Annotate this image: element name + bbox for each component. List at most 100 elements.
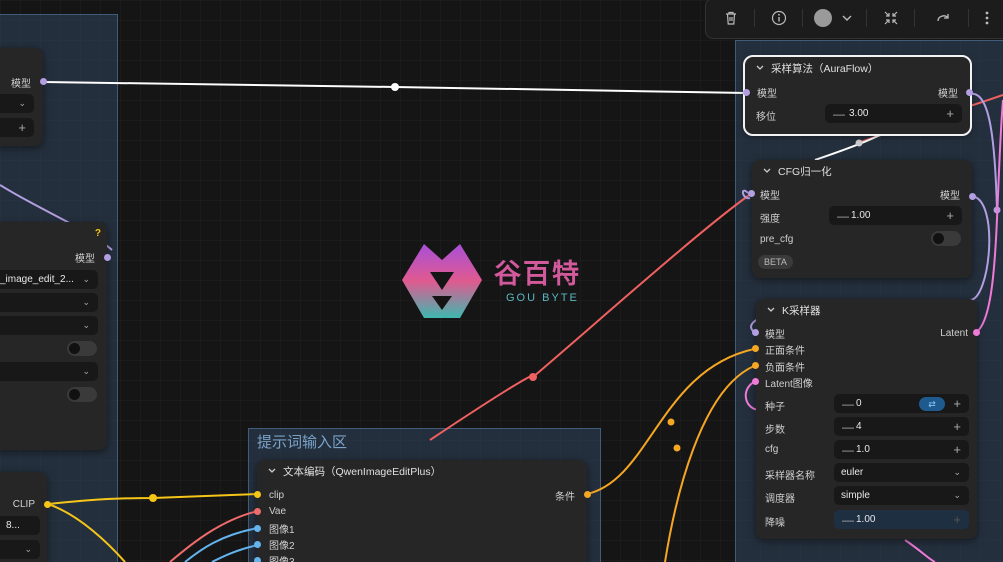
cfg-norm-out-dot[interactable] bbox=[969, 193, 976, 200]
redo-icon[interactable] bbox=[932, 7, 954, 29]
watermark-cn: 谷百特 bbox=[494, 259, 581, 289]
ksampler-in-latent-dot[interactable] bbox=[752, 378, 759, 385]
left-node-1-out-label: 模型 bbox=[11, 78, 31, 90]
ksampler-out-latent-dot[interactable] bbox=[973, 329, 980, 336]
ksampler-scheduler-select[interactable]: simple ⌄ bbox=[834, 486, 969, 505]
toolbar-divider bbox=[866, 9, 867, 27]
text-encode-image2-dot[interactable] bbox=[254, 541, 261, 548]
watermark-logo: 谷百特 GOU BYTE bbox=[402, 240, 602, 325]
chevron-down-icon[interactable] bbox=[836, 7, 858, 29]
ksampler-out-latent: Latent bbox=[940, 327, 968, 339]
text-encode-node[interactable]: 文本编码（QwenImageEditPlus） clip 条件 Vae 图像1 图… bbox=[257, 460, 587, 562]
left-node-2-toggle-2[interactable] bbox=[67, 387, 97, 402]
plus-icon[interactable]: + bbox=[953, 512, 961, 527]
cfg-norm-precfg-toggle[interactable] bbox=[931, 231, 961, 246]
ksampler-in-model: 模型 bbox=[765, 329, 785, 341]
auraflow-out-dot[interactable] bbox=[966, 89, 973, 96]
cfg-norm-in-dot[interactable] bbox=[748, 190, 755, 197]
chevron-down-icon[interactable] bbox=[267, 466, 277, 476]
chevron-down-icon[interactable] bbox=[762, 166, 772, 176]
wire-cond-dot2 bbox=[673, 444, 681, 452]
text-encode-vae-dot[interactable] bbox=[254, 508, 261, 515]
wire-white-top bbox=[814, 134, 881, 161]
chevron-down-icon: ⌄ bbox=[18, 98, 26, 108]
help-icon[interactable]: ? bbox=[95, 228, 101, 239]
wire-clip-down bbox=[47, 503, 126, 562]
color-circle-icon[interactable] bbox=[812, 7, 834, 29]
cfg-norm-node[interactable]: CFG归一化 模型 模型 强度 —1.00 + pre_cfg BETA bbox=[752, 160, 972, 278]
trash-icon[interactable] bbox=[720, 7, 742, 29]
left-node-1[interactable]: 模型 ⌄ + bbox=[0, 48, 43, 146]
input-image2: 图像2 bbox=[269, 540, 295, 552]
ksampler-seed-input[interactable]: —0 ⇄ + bbox=[834, 394, 969, 413]
plus-icon[interactable]: + bbox=[18, 120, 26, 135]
chevron-down-icon: ⌄ bbox=[82, 320, 90, 330]
left-node-2-output-dot[interactable] bbox=[104, 254, 111, 261]
auraflow-node[interactable]: 采样算法（AuraFlow） 模型 模型 移位 — 3.00 + bbox=[743, 55, 972, 136]
text-encode-clip-dot[interactable] bbox=[254, 491, 261, 498]
more-icon[interactable] bbox=[976, 7, 998, 29]
text-encode-title: 文本编码（QwenImageEditPlus） bbox=[283, 465, 442, 478]
left-node-2-select-value: _image_edit_2... bbox=[0, 274, 74, 285]
chevron-down-icon[interactable] bbox=[755, 63, 765, 73]
ksampler-steps-input[interactable]: —4 + bbox=[834, 417, 969, 436]
minus-icon[interactable]: — bbox=[837, 209, 849, 223]
ksampler-steps-label: 步数 bbox=[765, 425, 785, 436]
ksampler-title: K采样器 bbox=[782, 304, 821, 317]
left-node-2-toggle-1[interactable] bbox=[67, 341, 97, 356]
ksampler-cfg-input[interactable]: —1.0 + bbox=[834, 440, 969, 459]
ksampler-in-latent: Latent图像 bbox=[765, 378, 813, 390]
cfg-norm-strength-label: 强度 bbox=[760, 214, 780, 225]
left-node-2-select-1[interactable]: _image_edit_2... ⌄ bbox=[0, 270, 98, 289]
ksampler-in-negative-dot[interactable] bbox=[752, 362, 759, 369]
minus-icon[interactable]: — bbox=[842, 397, 854, 411]
ksampler-in-model-dot[interactable] bbox=[752, 329, 759, 336]
cfg-norm-strength-input[interactable]: —1.00 + bbox=[829, 206, 962, 225]
auraflow-shift-input[interactable]: — 3.00 + bbox=[825, 104, 962, 123]
watermark-en: GOU BYTE bbox=[506, 292, 579, 304]
ksampler-node[interactable]: K采样器 模型 Latent 正面条件 负面条件 Latent图像 种子 —0 ⇄ +… bbox=[756, 299, 977, 539]
left-node-2-select-3[interactable]: ⌄ bbox=[0, 316, 98, 335]
minus-icon[interactable]: — bbox=[842, 420, 854, 434]
input-clip: clip bbox=[269, 489, 285, 501]
left-node-3-output-dot[interactable] bbox=[44, 501, 51, 508]
text-encode-image3-dot[interactable] bbox=[254, 557, 261, 562]
ksampler-in-positive-dot[interactable] bbox=[752, 345, 759, 352]
auraflow-in-dot[interactable] bbox=[743, 89, 750, 96]
wire-image2 bbox=[211, 544, 259, 562]
chevron-down-icon[interactable] bbox=[766, 305, 776, 315]
left-node-2[interactable]: ? 模型 _image_edit_2... ⌄ ⌄ ⌄ ⌄ bbox=[0, 222, 107, 450]
left-node-1-output-dot[interactable] bbox=[40, 78, 47, 85]
ksampler-steps-value: 4 bbox=[856, 421, 862, 432]
cfg-norm-precfg-label: pre_cfg bbox=[760, 234, 794, 245]
left-node-2-select-2[interactable]: ⌄ bbox=[0, 293, 98, 312]
left-node-1-select[interactable]: ⌄ bbox=[0, 94, 34, 113]
ksampler-sampler-select[interactable]: euler ⌄ bbox=[834, 463, 969, 482]
plus-icon[interactable]: + bbox=[946, 106, 954, 121]
left-node-3-select-1[interactable]: 8... bbox=[0, 516, 40, 535]
left-node-1-number[interactable]: + bbox=[0, 118, 34, 137]
ksampler-denoise-input[interactable]: —1.00 + bbox=[834, 510, 969, 529]
left-node-3-select-2[interactable]: ⌄ bbox=[0, 540, 40, 559]
toolbar-divider bbox=[802, 9, 803, 27]
shuffle-icon[interactable]: ⇄ bbox=[919, 396, 945, 411]
left-node-2-select-4[interactable]: ⌄ bbox=[0, 362, 98, 381]
text-encode-image1-dot[interactable] bbox=[254, 525, 261, 532]
minus-icon[interactable]: — bbox=[833, 107, 845, 121]
cfg-norm-in-label: 模型 bbox=[760, 190, 780, 202]
plus-icon[interactable]: + bbox=[953, 396, 961, 411]
plus-icon[interactable]: + bbox=[953, 442, 961, 457]
input-image1: 图像1 bbox=[269, 524, 295, 536]
minus-icon[interactable]: — bbox=[842, 443, 854, 457]
cfg-norm-out-label: 模型 bbox=[940, 190, 960, 202]
wire-gray-dot bbox=[855, 139, 863, 147]
cfg-norm-strength-value: 1.00 bbox=[851, 210, 871, 221]
collapse-icon[interactable] bbox=[880, 7, 902, 29]
left-node-3[interactable]: CLIP 8... ⌄ bbox=[0, 472, 47, 562]
plus-icon[interactable]: + bbox=[953, 419, 961, 434]
plus-icon[interactable]: + bbox=[946, 208, 954, 223]
wire-clip-dot bbox=[149, 494, 157, 502]
info-icon[interactable] bbox=[768, 7, 790, 29]
minus-icon[interactable]: — bbox=[842, 513, 854, 527]
text-encode-output-dot[interactable] bbox=[584, 491, 591, 498]
